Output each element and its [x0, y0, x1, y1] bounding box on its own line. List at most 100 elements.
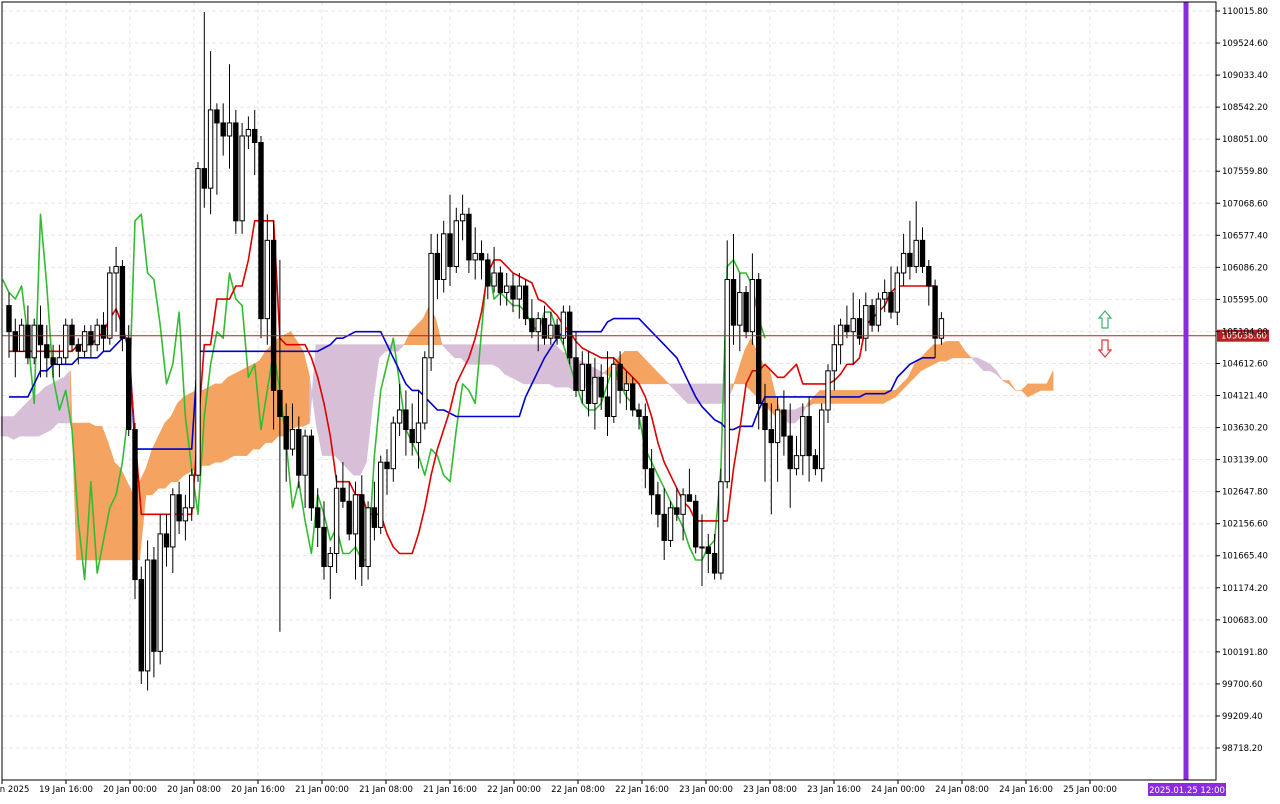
candle-bearish[interactable]	[12, 331, 19, 352]
candle-bearish[interactable]	[485, 259, 491, 287]
candle-bearish[interactable]	[233, 122, 239, 222]
ichimoku-chart[interactable]: 105038.60 2025.01.25 12:00 110015.80 10952…	[0, 0, 1280, 800]
candle-bullish[interactable]	[94, 324, 100, 346]
candle-bearish[interactable]	[686, 494, 693, 502]
candle-bearish[interactable]	[138, 579, 145, 672]
candle-bearish[interactable]	[598, 376, 604, 398]
candle-bullish[interactable]	[195, 168, 201, 476]
candle-bullish[interactable]	[441, 233, 447, 280]
candle-bullish[interactable]	[623, 383, 630, 391]
candle-bullish[interactable]	[107, 272, 113, 339]
candle-bearish[interactable]	[151, 559, 157, 652]
candle-bullish[interactable]	[875, 298, 882, 326]
candle-bearish[interactable]	[573, 357, 579, 391]
candle-bearish[interactable]	[201, 168, 208, 189]
candle-bearish[interactable]	[434, 252, 441, 280]
candle-bullish[interactable]	[548, 324, 554, 339]
candle-bullish[interactable]	[207, 109, 214, 189]
candle-bearish[interactable]	[75, 344, 81, 352]
candle-bearish[interactable]	[636, 409, 642, 417]
candle-bullish[interactable]	[333, 487, 340, 554]
candle-bullish[interactable]	[31, 324, 37, 359]
candle-bearish[interactable]	[447, 233, 453, 267]
candle-bullish[interactable]	[239, 135, 245, 222]
candle-bearish[interactable]	[176, 494, 182, 522]
candle-bearish[interactable]	[510, 285, 516, 300]
candle-bearish[interactable]	[567, 311, 573, 359]
candle-bearish[interactable]	[844, 324, 850, 333]
candle-bullish[interactable]	[63, 324, 69, 359]
candle-bullish[interactable]	[535, 318, 541, 333]
candle-bullish[interactable]	[863, 305, 869, 339]
candle-bearish[interactable]	[258, 142, 264, 320]
candle-bearish[interactable]	[730, 278, 737, 326]
candle-bearish[interactable]	[6, 305, 12, 333]
candle-bullish[interactable]	[182, 507, 189, 522]
candle-bullish[interactable]	[900, 252, 907, 274]
candle-bearish[interactable]	[409, 429, 415, 444]
candle-bullish[interactable]	[226, 122, 233, 137]
candle-bullish[interactable]	[245, 128, 252, 137]
candle-bullish[interactable]	[113, 265, 119, 274]
candle-bullish[interactable]	[472, 252, 478, 261]
candle-bullish[interactable]	[592, 376, 598, 404]
candle-bearish[interactable]	[340, 487, 346, 502]
candle-bearish[interactable]	[308, 435, 315, 509]
candle-bearish[interactable]	[919, 239, 926, 267]
candle-bearish[interactable]	[50, 357, 56, 365]
candle-bearish[interactable]	[585, 363, 592, 404]
candle-bearish[interactable]	[932, 285, 938, 339]
candle-bearish[interactable]	[661, 513, 667, 541]
candle-bearish[interactable]	[214, 109, 220, 124]
candle-bearish[interactable]	[756, 278, 762, 404]
candle-bearish[interactable]	[163, 533, 170, 548]
candle-bearish[interactable]	[743, 292, 749, 333]
candle-bullish[interactable]	[302, 435, 308, 476]
candle-bearish[interactable]	[315, 507, 321, 528]
candle-bearish[interactable]	[781, 409, 787, 437]
candle-bullish[interactable]	[453, 220, 460, 267]
candle-bullish[interactable]	[774, 409, 781, 444]
candle-bearish[interactable]	[554, 324, 560, 339]
candle-bullish[interactable]	[699, 546, 705, 549]
candle-bearish[interactable]	[522, 285, 529, 320]
candle-bullish[interactable]	[825, 370, 831, 411]
candle-bearish[interactable]	[346, 500, 352, 535]
candle-bullish[interactable]	[913, 239, 919, 267]
candle-bullish[interactable]	[800, 415, 806, 457]
candle-bullish[interactable]	[264, 239, 271, 320]
candle-bullish[interactable]	[516, 285, 522, 300]
candle-bullish[interactable]	[327, 552, 334, 568]
candle-bearish[interactable]	[270, 239, 277, 391]
candle-bearish[interactable]	[604, 396, 611, 417]
candle-bearish[interactable]	[497, 272, 504, 294]
candle-bullish[interactable]	[749, 278, 756, 333]
candle-bearish[interactable]	[277, 389, 283, 417]
candle-bearish[interactable]	[37, 324, 44, 346]
candle-bullish[interactable]	[365, 507, 371, 568]
candle-bearish[interactable]	[787, 435, 793, 470]
candle-bearish[interactable]	[655, 494, 661, 515]
candle-bearish[interactable]	[812, 455, 819, 470]
candle-bearish[interactable]	[25, 324, 31, 359]
candle-bullish[interactable]	[491, 272, 497, 287]
candle-bearish[interactable]	[296, 429, 302, 476]
candle-bullish[interactable]	[390, 422, 397, 470]
candle-bullish[interactable]	[459, 213, 466, 222]
candle-bullish[interactable]	[422, 357, 428, 424]
candle-bullish[interactable]	[504, 285, 510, 294]
candle-bearish[interactable]	[69, 324, 75, 346]
candle-bullish[interactable]	[170, 494, 176, 548]
candle-bullish[interactable]	[81, 331, 88, 352]
candle-bullish[interactable]	[837, 324, 844, 346]
candle-bullish[interactable]	[560, 311, 567, 339]
candle-bearish[interactable]	[403, 409, 409, 431]
candle-bullish[interactable]	[157, 533, 163, 652]
candle-bearish[interactable]	[100, 324, 107, 339]
candle-bearish[interactable]	[705, 546, 711, 554]
candle-bullish[interactable]	[882, 292, 888, 300]
candle-bearish[interactable]	[252, 128, 258, 144]
candle-bullish[interactable]	[831, 344, 837, 372]
candle-bearish[interactable]	[371, 507, 378, 528]
candle-bullish[interactable]	[680, 494, 686, 515]
